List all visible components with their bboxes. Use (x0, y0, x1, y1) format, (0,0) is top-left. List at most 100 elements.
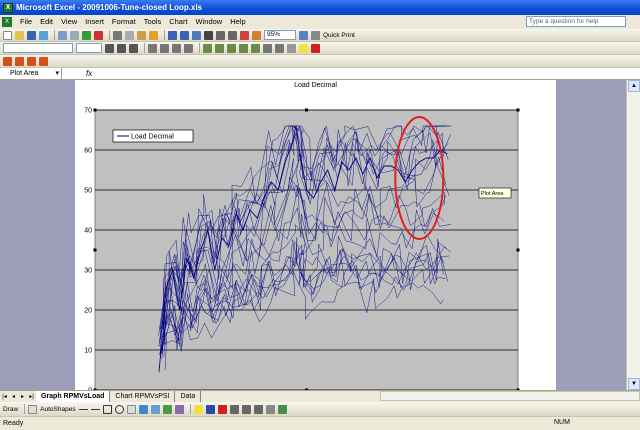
line-style-icon[interactable] (229, 404, 239, 414)
menu-window[interactable]: Window (192, 15, 227, 29)
menu-chart[interactable]: Chart (165, 15, 191, 29)
scroll-down-icon[interactable]: ▼ (628, 378, 640, 390)
spelling-icon[interactable] (82, 30, 91, 40)
tab-graph-rpmvsload[interactable]: Graph RPMVsLoad (36, 391, 111, 402)
comma-icon[interactable] (227, 43, 236, 53)
line-icon[interactable] (78, 408, 88, 410)
diagram-icon[interactable] (150, 404, 160, 414)
increase-indent-icon[interactable] (275, 43, 284, 53)
select-objects-icon[interactable] (28, 404, 38, 414)
tab-last-icon[interactable]: ▸| (27, 393, 36, 400)
scroll-up-icon[interactable]: ▲ (628, 80, 640, 92)
picture-icon[interactable] (174, 404, 184, 414)
chart-toolbar (0, 55, 640, 68)
3d-icon[interactable] (277, 404, 287, 414)
chart-tool-1-icon[interactable] (3, 56, 12, 66)
chevron-down-icon[interactable]: ▾ (55, 68, 59, 79)
new-icon[interactable] (3, 30, 12, 40)
chart-tool-4-icon[interactable] (39, 56, 48, 66)
menu-view[interactable]: View (57, 15, 81, 29)
copy-icon[interactable] (125, 30, 134, 40)
fill-color-icon[interactable] (299, 43, 308, 53)
align-center-icon[interactable] (160, 43, 169, 53)
textbox-icon[interactable] (126, 404, 136, 414)
open-icon[interactable] (15, 30, 24, 40)
increase-decimal-icon[interactable] (239, 43, 248, 53)
font-color-icon[interactable] (311, 43, 320, 53)
autosum-icon[interactable] (204, 30, 213, 40)
dash-style-icon[interactable] (241, 404, 251, 414)
arrow-icon[interactable] (90, 408, 100, 410)
percent-icon[interactable] (215, 43, 224, 53)
quick-print-icon[interactable] (311, 30, 320, 40)
italic-icon[interactable] (117, 43, 126, 53)
line-color-icon[interactable] (205, 404, 215, 414)
name-box[interactable]: Plot Area ▾ (0, 68, 62, 79)
title-bar: X Microsoft Excel - 20091006-Tune-closed… (0, 0, 640, 15)
format-painter-icon[interactable] (149, 30, 158, 40)
print-preview-icon[interactable] (70, 30, 79, 40)
currency-icon[interactable] (203, 43, 212, 53)
chart-area[interactable]: Load Decimal 010203040506070010002000300… (75, 80, 556, 390)
wordart-icon[interactable] (138, 404, 148, 414)
decrease-decimal-icon[interactable] (251, 43, 260, 53)
horizontal-scrollbar[interactable] (380, 391, 640, 401)
redo-icon[interactable] (180, 30, 189, 40)
quick-print-button[interactable]: Quick Print (323, 32, 355, 39)
fx-icon[interactable]: fx (86, 69, 92, 78)
help-icon[interactable] (299, 30, 308, 40)
selection-handle (516, 248, 520, 252)
undo-icon[interactable] (168, 30, 177, 40)
font-name-select[interactable] (3, 43, 73, 53)
menu-edit[interactable]: Edit (36, 15, 57, 29)
separator (144, 43, 145, 53)
menu-insert[interactable]: Insert (81, 15, 108, 29)
oval-icon[interactable] (114, 404, 124, 414)
ask-question-box[interactable]: Type a question for help (526, 16, 626, 27)
borders-icon[interactable] (287, 43, 296, 53)
draw-menu-button[interactable]: Draw (3, 406, 18, 413)
chart-wizard-icon[interactable] (240, 30, 249, 40)
bold-icon[interactable] (105, 43, 114, 53)
menu-help[interactable]: Help (226, 15, 249, 29)
sort-ascending-icon[interactable] (216, 30, 225, 40)
research-icon[interactable] (94, 30, 103, 40)
tab-chart-rpmvspsi[interactable]: Chart RPMVsPSI (110, 391, 176, 402)
arrow-style-icon[interactable] (253, 404, 263, 414)
tab-data[interactable]: Data (175, 391, 202, 402)
drawing-toolbar: Draw AutoShapes (0, 402, 640, 416)
workbook-icon[interactable]: X (2, 17, 12, 27)
sort-descending-icon[interactable] (228, 30, 237, 40)
align-left-icon[interactable] (148, 43, 157, 53)
tab-prev-icon[interactable]: ◂ (9, 393, 18, 400)
chart-tool-3-icon[interactable] (27, 56, 36, 66)
cut-icon[interactable] (113, 30, 122, 40)
clipart-icon[interactable] (162, 404, 172, 414)
zoom-select[interactable]: 95% (264, 30, 296, 40)
tab-first-icon[interactable]: |◂ (0, 393, 9, 400)
status-ready: Ready (3, 420, 24, 427)
vertical-scrollbar[interactable]: ▲ ▼ (626, 80, 640, 390)
font-color-draw-icon[interactable] (217, 404, 227, 414)
rectangle-icon[interactable] (102, 404, 112, 414)
menu-file[interactable]: File (16, 15, 36, 29)
align-right-icon[interactable] (172, 43, 181, 53)
save-icon[interactable] (27, 30, 36, 40)
fill-color-draw-icon[interactable] (193, 404, 203, 414)
menu-format[interactable]: Format (108, 15, 140, 29)
hyperlink-icon[interactable] (192, 30, 201, 40)
font-size-select[interactable] (76, 43, 102, 53)
chart-svg[interactable]: 0102030405060700100020003000400050006000… (75, 80, 556, 390)
drawing-icon[interactable] (252, 30, 261, 40)
decrease-indent-icon[interactable] (263, 43, 272, 53)
autoshapes-button[interactable]: AutoShapes (40, 406, 75, 413)
paste-icon[interactable] (137, 30, 146, 40)
permission-icon[interactable] (39, 30, 48, 40)
shadow-icon[interactable] (265, 404, 275, 414)
chart-tool-2-icon[interactable] (15, 56, 24, 66)
underline-icon[interactable] (129, 43, 138, 53)
tab-next-icon[interactable]: ▸ (18, 393, 27, 400)
print-icon[interactable] (58, 30, 67, 40)
merge-center-icon[interactable] (184, 43, 193, 53)
menu-tools[interactable]: Tools (140, 15, 166, 29)
